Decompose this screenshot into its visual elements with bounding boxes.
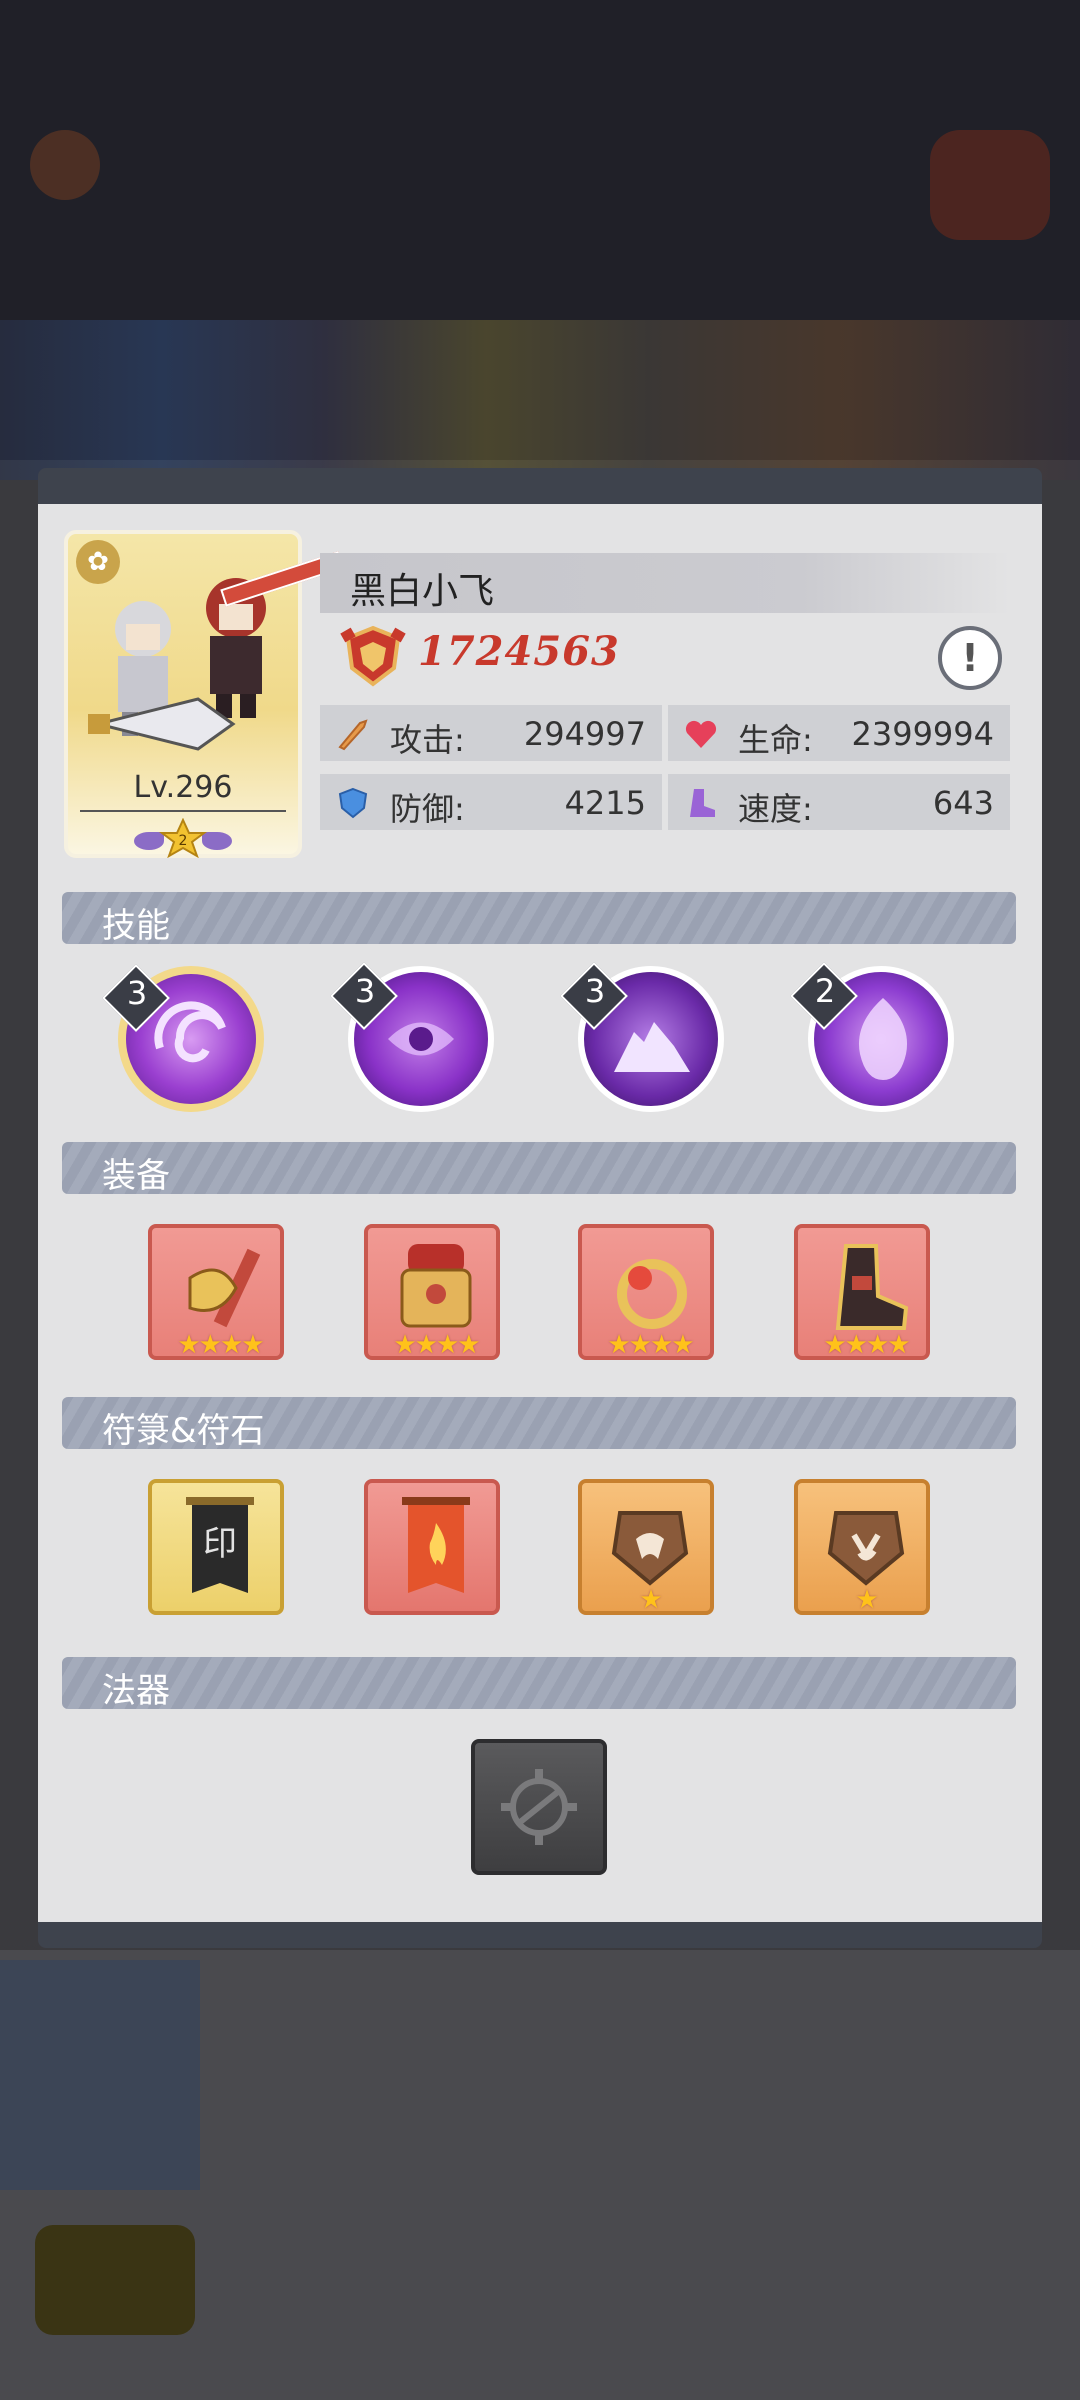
greatsword-icon [88,697,236,751]
purple-vortex-icon [154,1001,226,1063]
lotus-icon: ✿ [76,540,120,584]
heart-icon [685,720,717,748]
stat-defense-value: 4215 [564,784,646,822]
sword-icon [338,719,368,751]
hero-level: Lv.296 [133,770,233,805]
section-header-artifact: 法器 [62,1657,1016,1711]
purple-beast-icon [614,1022,690,1072]
dialog-top-border [38,468,1042,504]
stat-hp-label: 生命: [738,721,813,759]
combat-power-value: 1724563 [418,628,620,675]
stat-speed: 速度: 643 [668,774,1010,830]
svg-text:印: 印 [203,1524,237,1564]
background-banner [0,320,1080,480]
artifact-slot-empty[interactable] [471,1739,607,1875]
purple-yin-yang-icon [388,1022,454,1056]
talisman-slot-1[interactable]: 印 [148,1479,284,1615]
player-name: 黑白小飞 [350,571,495,612]
rune-stone-slot-1[interactable]: ★ [578,1479,714,1615]
boot-icon [690,789,715,817]
rune-stone-slot-2[interactable]: ★ [794,1479,930,1615]
stat-defense-label: 防御: [390,790,465,828]
star-rating: ★★★★ [607,1330,694,1360]
combat-power-shield-icon [340,625,406,687]
background-chest-icon [930,130,1050,240]
info-button[interactable]: ! [938,626,1002,690]
armor-icon [400,1244,472,1328]
rune-stone-icon [827,1511,905,1586]
star-rating: ★ [639,1585,662,1615]
section-header-talismans: 符箓&符石 [62,1397,1016,1451]
dialog-bottom-border [38,1922,1042,1948]
skill-slot-4[interactable]: 2 [790,962,954,1112]
star-rating: ★ [855,1585,878,1615]
black-banner-talisman-icon: 印 [186,1497,254,1593]
stat-attack-label: 攻击: [390,721,465,759]
equipment-slot-boots[interactable]: ★★★★ [794,1224,930,1360]
svg-text:2: 2 [179,833,188,849]
rune-stone-icon [611,1511,689,1586]
ring-icon [617,1259,687,1329]
star-rating: ★★★★ [393,1330,480,1360]
skill-slot-3[interactable]: 3 [560,962,724,1112]
equipment-slot-ring[interactable]: ★★★★ [578,1224,714,1360]
level-divider [80,810,286,812]
background-avatar [30,130,100,200]
star-rating: ★★★★ [177,1330,264,1360]
shield-icon [338,787,368,819]
stat-hp-value: 2399994 [851,715,994,753]
skill-level: 3 [126,974,148,1012]
section-header-equipment: 装备 [62,1142,1016,1196]
purple-flame-spirit-icon [858,998,908,1080]
skill-slot-2[interactable]: 3 [330,962,494,1112]
boots-icon [835,1244,909,1330]
star-rank-icon: 2 [159,818,207,858]
stat-attack-value: 294997 [523,715,646,753]
skill-slot-1[interactable]: 3 [102,964,264,1112]
axe-weapon-icon [188,1248,261,1328]
fire-banner-talisman-icon [402,1497,470,1593]
background-button [35,2225,195,2335]
skill-level: 3 [354,972,376,1010]
talisman-slot-2[interactable] [364,1479,500,1615]
stat-hp: 生命: 2399994 [668,705,1010,761]
stat-defense: 防御: 4215 [320,774,662,830]
equipment-slot-weapon[interactable]: ★★★★ [148,1224,284,1360]
skill-level: 2 [814,972,836,1010]
section-header-skills: 技能 [62,892,1016,946]
stat-speed-value: 643 [932,784,994,822]
stat-attack: 攻击: 294997 [320,705,662,761]
empty-artifact-compass-icon [501,1769,577,1845]
star-rating: ★★★★ [823,1330,910,1360]
background-card [0,1960,200,2190]
equipment-slot-armor[interactable]: ★★★★ [364,1224,500,1360]
stat-speed-label: 速度: [738,790,813,828]
